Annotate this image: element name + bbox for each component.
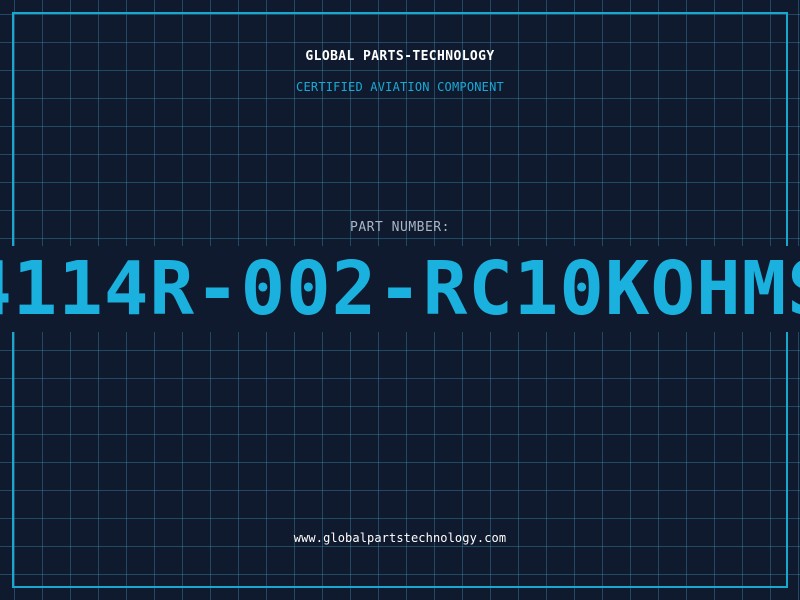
part-number-label: PART NUMBER:	[350, 220, 450, 235]
part-label-card: GLOBAL PARTS-TECHNOLOGY CERTIFIED AVIATI…	[0, 0, 800, 600]
certification-tagline: CERTIFIED AVIATION COMPONENT	[296, 80, 504, 94]
part-number-value: 4114R-002-RC10KOHMS	[0, 246, 800, 332]
website-url: www.globalpartstechnology.com	[293, 531, 507, 545]
company-name: GLOBAL PARTS-TECHNOLOGY	[305, 49, 495, 64]
